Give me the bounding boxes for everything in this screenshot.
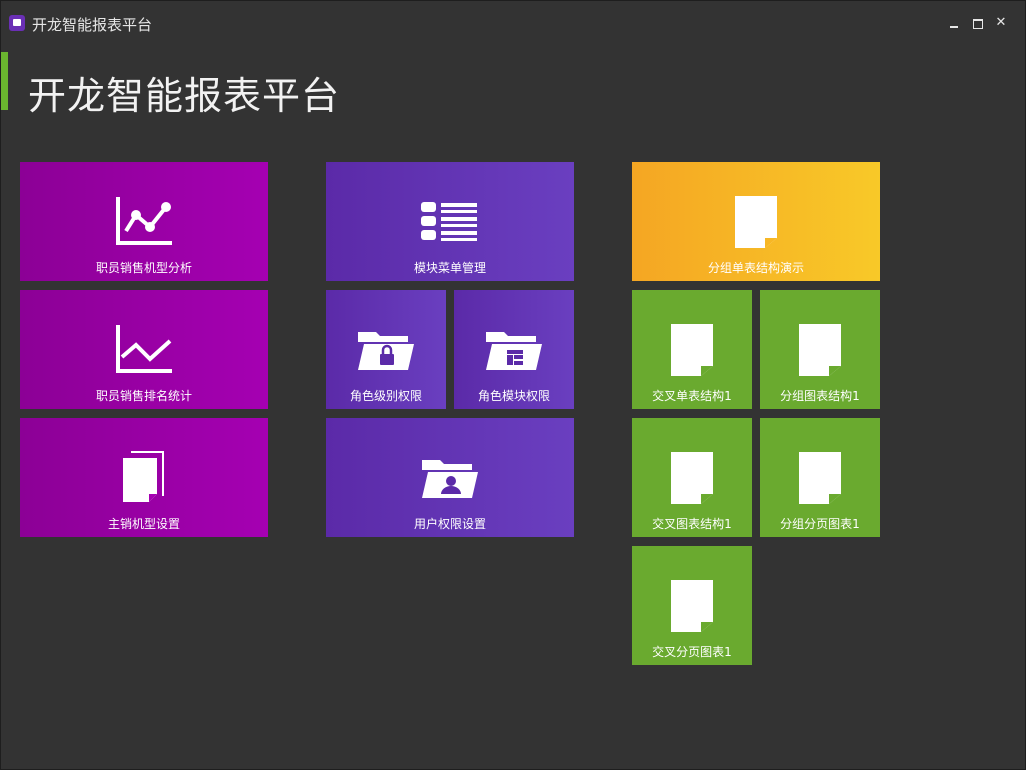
tile-group-single-table-demo[interactable]: 分组单表结构演示	[632, 162, 880, 281]
folder-user-icon	[422, 460, 478, 498]
tile-group-paged-chart[interactable]: 分组分页图表1	[760, 418, 880, 537]
document-icon	[735, 196, 777, 248]
tile-label: 模块菜单管理	[413, 261, 486, 275]
tile-label: 交叉分页图表1	[652, 645, 732, 659]
line-chart-dots-icon	[116, 197, 172, 245]
tile-label: 角色模块权限	[477, 389, 550, 403]
tile-group-chart-structure[interactable]: 分组图表结构1	[760, 290, 880, 409]
tile-role-level-permissions[interactable]: 角色级别权限	[326, 290, 446, 409]
close-button[interactable]: ✕	[993, 15, 1009, 31]
tile-role-module-permissions[interactable]: 角色模块权限	[454, 290, 574, 409]
tile-label: 分组分页图表1	[780, 517, 860, 531]
tile-label: 主销机型设置	[107, 517, 180, 531]
tile-label: 职员销售排名统计	[95, 389, 192, 403]
tile-cross-chart-structure[interactable]: 交叉图表结构1	[632, 418, 752, 537]
document-icon	[799, 324, 841, 376]
line-chart-icon	[116, 325, 172, 373]
tile-staff-sales-model-analysis[interactable]: 职员销售机型分析	[20, 162, 268, 281]
tile-main-model-settings[interactable]: 主销机型设置	[20, 418, 268, 537]
tile-label: 交叉单表结构1	[652, 389, 732, 403]
document-icon	[671, 324, 713, 376]
document-icon	[671, 580, 713, 632]
tile-label: 角色级别权限	[349, 389, 422, 403]
tile-label: 用户权限设置	[413, 517, 486, 531]
tile-staff-sales-ranking[interactable]: 职员销售排名统计	[20, 290, 268, 409]
tile-user-permission-settings[interactable]: 用户权限设置	[326, 418, 574, 537]
minimize-button[interactable]	[946, 15, 962, 31]
documents-icon	[123, 451, 164, 502]
document-icon	[671, 452, 713, 504]
window-title: 开龙智能报表平台	[32, 16, 153, 34]
document-icon	[799, 452, 841, 504]
page-title: 开龙智能报表平台	[28, 74, 341, 118]
maximize-button[interactable]	[970, 15, 986, 31]
list-icon	[421, 202, 477, 241]
tile-cross-paged-chart[interactable]: 交叉分页图表1	[632, 546, 752, 665]
tile-label: 分组图表结构1	[780, 389, 860, 403]
app-window: 开龙智能报表平台 ✕ 开龙智能报表平台 职员销售机型分析 职员销售排名统计 主销…	[0, 0, 1026, 770]
tile-label: 职员销售机型分析	[95, 261, 192, 275]
app-logo-icon	[9, 15, 25, 31]
tile-label: 交叉图表结构1	[652, 517, 732, 531]
title-bar[interactable]: 开龙智能报表平台 ✕	[1, 1, 1025, 45]
tile-label: 分组单表结构演示	[707, 261, 804, 275]
tile-cross-single-table[interactable]: 交叉单表结构1	[632, 290, 752, 409]
title-accent-bar	[1, 52, 8, 110]
tile-module-menu-management[interactable]: 模块菜单管理	[326, 162, 574, 281]
folder-lock-icon	[358, 332, 414, 370]
folder-layout-icon	[486, 332, 542, 370]
